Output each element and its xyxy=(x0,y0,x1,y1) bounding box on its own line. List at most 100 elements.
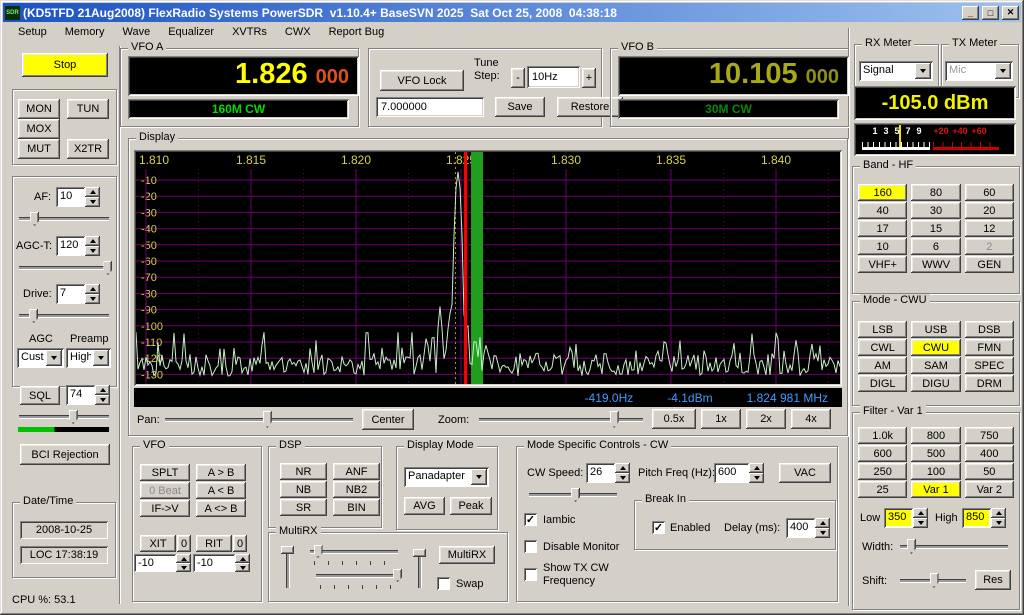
mode-button-sam[interactable]: SAM xyxy=(911,357,960,374)
spin-down-icon[interactable] xyxy=(991,518,1006,528)
break-in-enabled-checkbox[interactable]: ✓ xyxy=(652,521,665,534)
filter-reset-button[interactable]: Res xyxy=(975,570,1011,590)
xit-button[interactable]: XIT xyxy=(140,535,176,552)
display-mode-select[interactable]: Panadapter xyxy=(404,467,489,487)
spin-down-icon[interactable] xyxy=(85,246,100,256)
multirx-button[interactable]: MultiRX xyxy=(439,546,495,564)
dropdown-arrow-icon[interactable] xyxy=(995,63,1011,79)
slider-thumb[interactable] xyxy=(30,212,39,226)
dsp-button-nb[interactable]: NB xyxy=(280,481,327,498)
rit-stepper[interactable]: -10 xyxy=(193,554,250,572)
disable-monitor-checkbox[interactable] xyxy=(524,540,537,553)
mode-button-digu[interactable]: DIGU xyxy=(911,375,960,392)
sql-button[interactable]: SQL xyxy=(20,386,60,405)
band-button-40[interactable]: 40 xyxy=(858,202,907,219)
zoom-2x-button[interactable]: 2x xyxy=(746,409,786,429)
band-button-10[interactable]: 10 xyxy=(858,238,907,255)
spectrum-plot[interactable]: -10-20-30-40-50-60-70-80-90-100-110-120-… xyxy=(136,152,840,384)
b-to-a-button[interactable]: A < B xyxy=(196,482,246,499)
delay-stepper[interactable]: 400 xyxy=(786,518,830,538)
menu-memory[interactable]: Memory xyxy=(56,23,114,41)
spin-down-icon[interactable] xyxy=(235,563,250,572)
mut-button[interactable]: MUT xyxy=(18,139,60,159)
band-button-80[interactable]: 80 xyxy=(911,184,960,201)
a-swap-b-button[interactable]: A <> B xyxy=(196,500,246,517)
zoom-0-5x-button[interactable]: 0.5x xyxy=(652,409,696,429)
preamp-select[interactable]: High xyxy=(66,348,111,368)
mode-button-cwl[interactable]: CWL xyxy=(858,339,907,356)
filter-shift-slider[interactable] xyxy=(898,572,968,589)
spin-up-icon[interactable] xyxy=(615,463,630,473)
drive-stepper[interactable]: 7 xyxy=(56,284,100,304)
sql-stepper[interactable]: 74 xyxy=(66,385,110,405)
mode-button-dsb[interactable]: DSB xyxy=(965,321,1014,338)
mode-button-lsb[interactable]: LSB xyxy=(858,321,907,338)
band-button-15[interactable]: 15 xyxy=(911,220,960,237)
dropdown-arrow-icon[interactable] xyxy=(93,350,109,366)
vfo-a-frequency[interactable]: 1.826 000 xyxy=(128,56,359,96)
spin-down-icon[interactable] xyxy=(749,473,764,483)
mode-button-cwu[interactable]: CWU xyxy=(911,339,960,356)
zoom-1x-button[interactable]: 1x xyxy=(701,409,741,429)
filter-button-var-2[interactable]: Var 2 xyxy=(965,481,1014,498)
filter-button-750[interactable]: 750 xyxy=(965,427,1014,444)
peak-button[interactable]: Peak xyxy=(450,497,492,515)
mox-button[interactable]: MOX xyxy=(18,119,60,139)
mode-button-spec[interactable]: SPEC xyxy=(965,357,1014,374)
rit-button[interactable]: RIT xyxy=(196,535,232,552)
band-button-160[interactable]: 160 xyxy=(858,184,907,201)
band-button-17[interactable]: 17 xyxy=(858,220,907,237)
filter-high-stepper[interactable]: 850 xyxy=(962,508,1006,528)
mode-button-usb[interactable]: USB xyxy=(911,321,960,338)
maximize-icon[interactable]: □ xyxy=(982,6,999,20)
pan-slider[interactable] xyxy=(163,410,355,429)
zoom-slider[interactable] xyxy=(477,410,645,429)
bci-rejection-button[interactable]: BCI Rejection xyxy=(20,444,110,465)
dsp-button-bin[interactable]: BIN xyxy=(333,499,380,516)
band-button-12[interactable]: 12 xyxy=(965,220,1014,237)
spin-up-icon[interactable] xyxy=(991,508,1006,518)
spin-down-icon[interactable] xyxy=(913,518,928,528)
filter-width-slider[interactable] xyxy=(898,538,1010,555)
drive-slider[interactable] xyxy=(17,308,111,324)
mode-button-digl[interactable]: DIGL xyxy=(858,375,907,392)
rit-zero-button[interactable]: 0 xyxy=(233,535,247,552)
spin-down-icon[interactable] xyxy=(85,294,100,304)
zero-beat-button[interactable]: 0 Beat xyxy=(140,482,190,499)
slider-thumb[interactable] xyxy=(263,411,272,428)
menu-xvtrs[interactable]: XVTRs xyxy=(223,23,276,41)
slider-thumb[interactable] xyxy=(413,549,426,557)
dsp-button-anf[interactable]: ANF xyxy=(333,463,380,480)
filter-button-250[interactable]: 250 xyxy=(858,463,907,480)
stop-button[interactable]: Stop xyxy=(22,53,108,77)
agct-stepper[interactable]: 120 xyxy=(56,236,100,256)
mon-button[interactable]: MON xyxy=(18,99,60,119)
dropdown-arrow-icon[interactable] xyxy=(915,63,931,79)
dsp-button-sr[interactable]: SR xyxy=(280,499,327,516)
spin-down-icon[interactable] xyxy=(85,197,100,207)
filter-button-800[interactable]: 800 xyxy=(911,427,960,444)
vac-button[interactable]: VAC xyxy=(779,463,831,483)
slider-thumb[interactable] xyxy=(314,545,323,558)
swap-checkbox[interactable] xyxy=(437,577,450,590)
agc-select[interactable]: Custo xyxy=(17,348,64,368)
dropdown-arrow-icon[interactable] xyxy=(46,350,62,366)
spin-up-icon[interactable] xyxy=(95,385,110,395)
mode-button-fmn[interactable]: FMN xyxy=(965,339,1014,356)
slider-thumb[interactable] xyxy=(29,309,38,323)
xit-zero-button[interactable]: 0 xyxy=(177,535,191,552)
spin-up-icon[interactable] xyxy=(85,187,100,197)
tune-step-down-button[interactable]: - xyxy=(511,68,525,88)
split-button[interactable]: SPLT xyxy=(140,464,190,481)
filter-button-100[interactable]: 100 xyxy=(911,463,960,480)
spin-up-icon[interactable] xyxy=(85,284,100,294)
minimize-icon[interactable]: _ xyxy=(962,6,979,20)
menu-wave[interactable]: Wave xyxy=(113,23,159,41)
cw-speed-stepper[interactable]: 26 xyxy=(586,463,630,483)
slider-thumb[interactable] xyxy=(69,410,78,424)
menu-cwx[interactable]: CWX xyxy=(276,23,320,41)
rx-meter-select[interactable]: Signal xyxy=(859,61,933,81)
band-button-20[interactable]: 20 xyxy=(965,202,1014,219)
band-button-60[interactable]: 60 xyxy=(965,184,1014,201)
spin-up-icon[interactable] xyxy=(176,554,191,563)
